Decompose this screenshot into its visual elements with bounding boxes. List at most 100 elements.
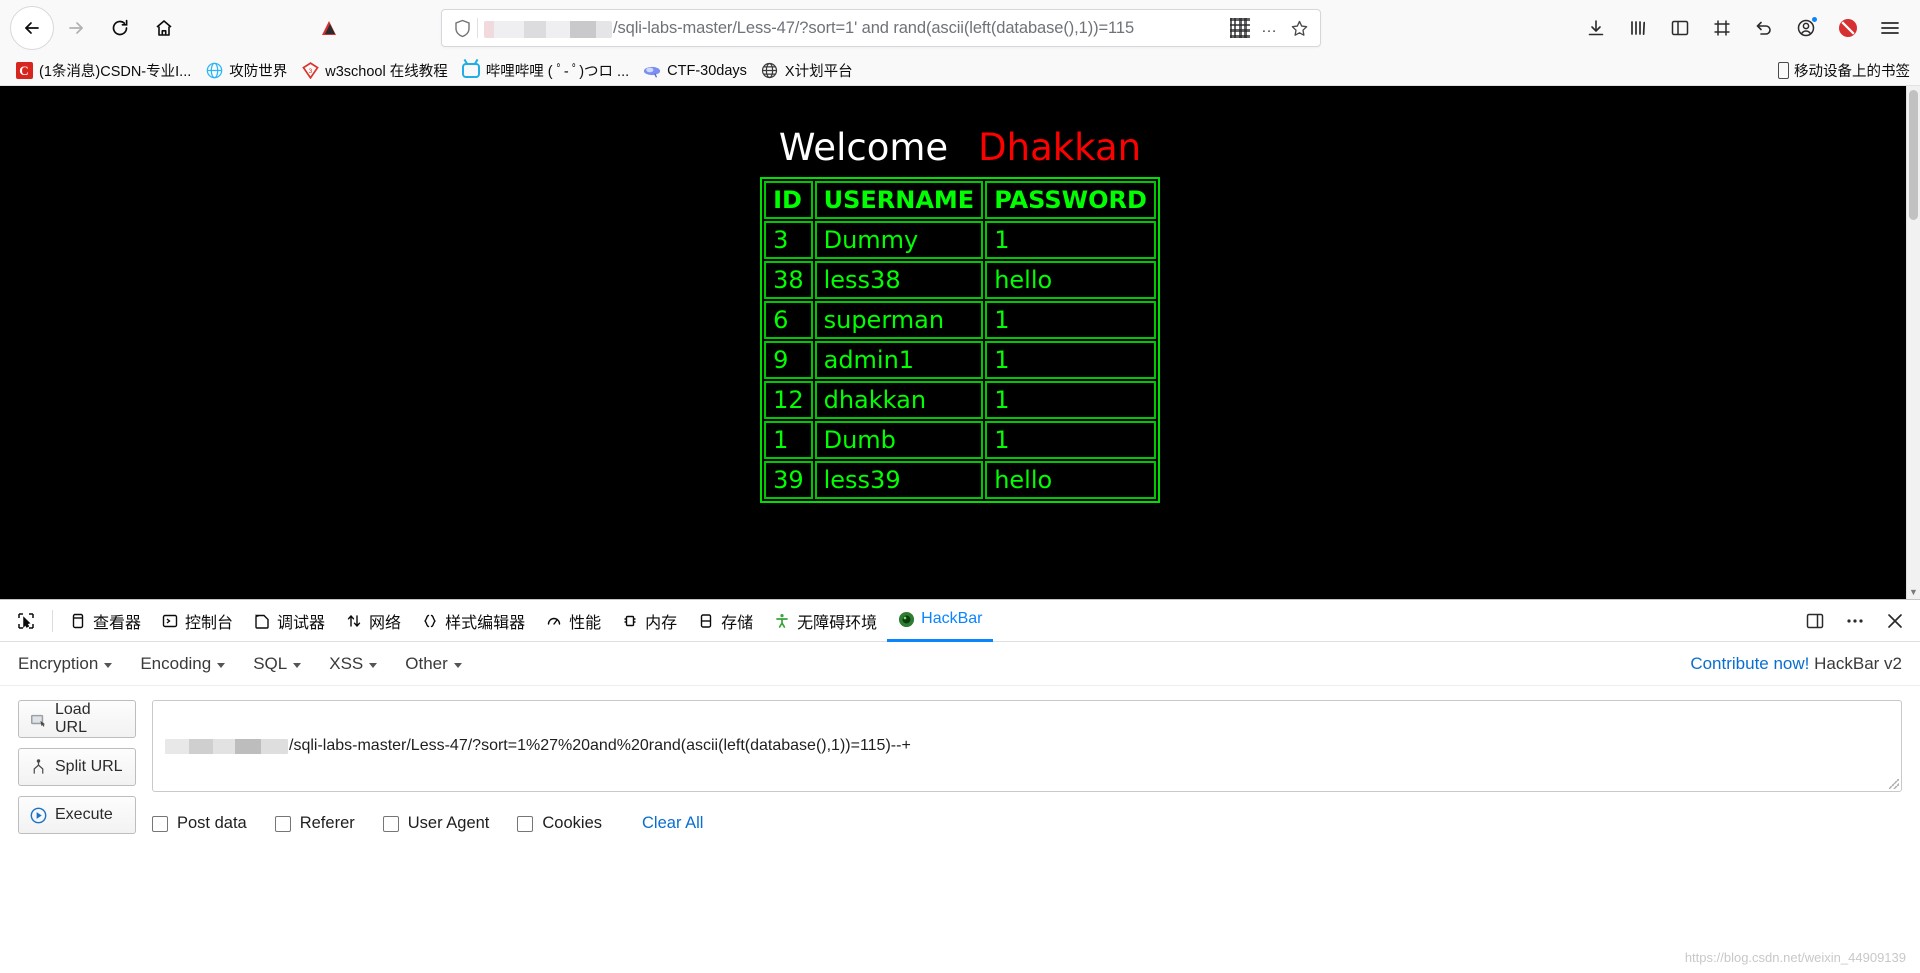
devtools-tab-debugger[interactable]: 调试器	[243, 600, 335, 642]
element-picker-icon[interactable]	[6, 611, 46, 631]
reload-button[interactable]	[98, 6, 142, 50]
execute-button[interactable]: Execute	[18, 796, 136, 834]
cell-username: admin1	[814, 341, 984, 379]
cell-password: 1	[985, 221, 1156, 259]
hackbar-menu-xss[interactable]: XSS	[329, 654, 378, 674]
split-url-button[interactable]: Split URL	[18, 748, 136, 786]
close-icon[interactable]	[1878, 604, 1912, 638]
cell-username: Dumb	[814, 421, 984, 459]
page-scrollbar[interactable]: ▲ ▼	[1906, 86, 1920, 599]
bookmark-item-w3school[interactable]: 3 w3school 在线教程	[294, 58, 454, 83]
page-actions-button[interactable]: …	[1254, 13, 1284, 43]
checkbox-label: Post data	[177, 814, 247, 832]
checkbox-user-agent[interactable]: User Agent	[382, 814, 489, 833]
devtools-tab-network[interactable]: 网络	[335, 600, 411, 642]
devtools-tab-label: 网络	[369, 614, 402, 632]
devtools-tab-label: 样式编辑器	[445, 614, 526, 632]
table-header-row: ID USERNAME PASSWORD	[764, 181, 1156, 219]
checkbox-cookies[interactable]: Cookies	[517, 814, 602, 833]
table-row: 3 Dummy 1	[764, 221, 1156, 259]
bookmark-item-csdn[interactable]: C (1条消息)CSDN-专业I...	[8, 58, 198, 83]
shield-icon[interactable]	[454, 19, 471, 38]
cell-id: 9	[764, 341, 813, 379]
url-bar[interactable]: /sqli-labs-master/Less-47/?sort=1' and r…	[322, 9, 1321, 47]
devtools-tab-label: HackBar	[921, 610, 983, 627]
urlbar-separator	[477, 18, 478, 38]
cell-id: 12	[764, 381, 813, 419]
devtools-tab-console[interactable]: 控制台	[151, 600, 243, 642]
hackbar-menu-sql[interactable]: SQL	[253, 654, 302, 674]
bookmark-item-bilibili[interactable]: 哔哩哔哩 ( ﾟ- ﾟ)つロ ...	[455, 58, 636, 83]
hackbar-menu-other[interactable]: Other	[405, 654, 462, 674]
account-badge	[1811, 16, 1818, 23]
load-url-button[interactable]: Load URL	[18, 700, 136, 738]
bookmark-item-gongfang[interactable]: 攻防世界	[198, 58, 294, 83]
checkbox-box[interactable]	[152, 815, 168, 832]
checkbox-box[interactable]	[382, 815, 399, 832]
undo-icon[interactable]	[1744, 8, 1784, 48]
devtools-tab-accessibility[interactable]: 无障碍环境	[763, 600, 887, 642]
welcome-name: Dhakkan	[978, 126, 1142, 169]
cell-password: 1	[985, 381, 1156, 419]
devtools-tab-storage[interactable]: 存储	[687, 600, 763, 642]
devtools-panel: 查看器 控制台 调试器 网络 样式编辑器 性能 内存 存储 无障碍环境 Hack…	[0, 599, 1920, 973]
back-button[interactable]	[10, 6, 54, 50]
more-icon[interactable]	[1838, 604, 1872, 638]
cell-password: hello	[985, 461, 1156, 499]
scrollbar-thumb[interactable]	[1909, 90, 1918, 220]
hackbar-url-textarea[interactable]: /sqli-labs-master/Less-47/?sort=1%27%20a…	[152, 700, 1902, 792]
bookmarks-toolbar: C (1条消息)CSDN-专业I... 攻防世界 3 w3school 在线教程…	[0, 56, 1920, 86]
account-icon[interactable]	[1786, 8, 1826, 48]
checkbox-box[interactable]	[517, 815, 534, 832]
dock-icon[interactable]	[1798, 604, 1832, 638]
cell-password: 1	[985, 301, 1156, 339]
home-button[interactable]	[142, 6, 186, 50]
forward-button[interactable]	[54, 6, 98, 50]
sidebar-icon[interactable]	[1660, 8, 1700, 48]
sqli-labs-page: Welcome Dhakkan ID USERNAME PASSWORD 3 D…	[0, 86, 1920, 599]
checkbox-label: Cookies	[542, 814, 603, 832]
library-icon[interactable]	[1618, 8, 1658, 48]
cell-username: superman	[814, 301, 984, 339]
devtools-tab-style-editor[interactable]: 样式编辑器	[411, 600, 535, 642]
downloads-icon[interactable]	[1576, 8, 1616, 48]
devtools-tab-performance[interactable]: 性能	[535, 600, 611, 642]
clear-all-link[interactable]: Clear All	[642, 814, 703, 833]
checkbox-label: Referer	[299, 814, 355, 832]
hackbar-menu-encryption[interactable]: Encryption	[18, 654, 113, 674]
textarea-resize-handle[interactable]	[1889, 779, 1899, 789]
bookmark-item-xplan[interactable]: X计划平台	[754, 58, 860, 83]
screenshot-icon[interactable]	[1702, 8, 1742, 48]
button-label: Split URL	[55, 758, 123, 775]
welcome-text: Welcome	[778, 126, 949, 169]
inspector-icon	[69, 612, 87, 630]
menu-icon[interactable]	[1870, 8, 1910, 48]
contribute-link[interactable]: Contribute now!	[1690, 654, 1809, 673]
bookmark-item-ctf30days[interactable]: CTF-30days	[636, 60, 754, 82]
qr-icon[interactable]	[1230, 18, 1250, 38]
devtools-tab-label: 控制台	[185, 614, 234, 632]
scroll-down-arrow[interactable]: ▼	[1907, 585, 1920, 599]
devtools-tab-hackbar[interactable]: HackBar	[887, 600, 993, 642]
devtools-tab-inspector[interactable]: 查看器	[59, 600, 151, 642]
blocker-icon[interactable]	[1828, 8, 1868, 48]
column-header-id: ID	[764, 181, 813, 219]
checkbox-post-data[interactable]: Post data	[152, 814, 247, 833]
devtools-tab-memory[interactable]: 内存	[611, 600, 687, 642]
execute-icon	[29, 806, 47, 824]
checkbox-box[interactable]	[274, 815, 291, 832]
hackbar-menu-encoding[interactable]: Encoding	[140, 654, 226, 674]
mobile-device-icon	[1778, 62, 1789, 79]
url-text[interactable]: /sqli-labs-master/Less-47/?sort=1' and r…	[613, 19, 1230, 38]
bookmark-star-icon[interactable]	[1284, 13, 1314, 43]
results-table: ID USERNAME PASSWORD 3 Dummy 1 38 less38…	[760, 177, 1160, 503]
memory-icon	[621, 612, 639, 630]
checkbox-referer[interactable]: Referer	[274, 814, 355, 833]
cell-username: less39	[814, 461, 984, 499]
devtools-right-controls	[1798, 604, 1912, 638]
hackbar-url-value[interactable]: /sqli-labs-master/Less-47/?sort=1%27%20a…	[289, 737, 911, 755]
mobile-bookmarks-label: 移动设备上的书签	[1794, 64, 1910, 80]
mobile-bookmarks-folder[interactable]: 移动设备上的书签	[1778, 60, 1910, 81]
hackbar-options: Post data Referer User Agent Cookies Cle…	[152, 792, 1902, 833]
table-row: 1 Dumb 1	[764, 421, 1156, 459]
